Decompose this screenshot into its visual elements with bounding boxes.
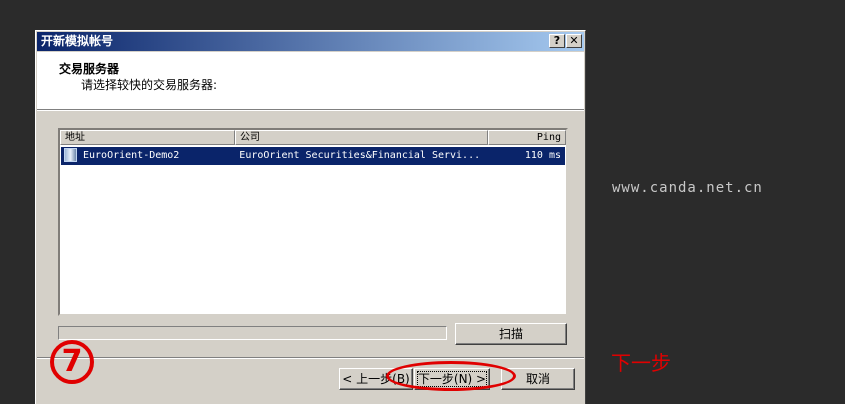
server-ping: 110 ms <box>524 150 561 161</box>
scan-button[interactable]: 扫描 <box>455 323 567 345</box>
footer-divider-highlight <box>37 358 584 359</box>
column-header-company[interactable]: 公司 <box>235 130 488 145</box>
server-address: EuroOrient-Demo2 <box>83 150 180 161</box>
header-title: 交易服务器 <box>59 62 120 76</box>
help-button[interactable]: ? <box>549 34 565 48</box>
dialog-titlebar: 开新模拟帐号 <box>37 32 584 51</box>
server-list[interactable]: 地址 公司 Ping EuroOrient-Demo2 EuroOrient S… <box>58 128 568 316</box>
header-subtitle: 请选择较快的交易服务器: <box>81 78 218 92</box>
close-icon[interactable]: ✕ <box>566 34 582 48</box>
step-number-badge: 7 <box>50 340 94 384</box>
column-header-ping[interactable]: Ping <box>488 130 566 145</box>
list-header: 地址 公司 Ping <box>60 130 566 145</box>
dialog-title: 开新模拟帐号 <box>41 34 114 48</box>
server-company: EuroOrient Securities&Financial Servi... <box>239 150 481 161</box>
watermark-text: www.canda.net.cn <box>612 180 763 196</box>
list-item[interactable]: EuroOrient-Demo2 EuroOrient Securities&F… <box>61 147 565 165</box>
next-step-annotation: 下一步 <box>611 351 671 375</box>
server-address-cell: EuroOrient-Demo2 <box>61 147 235 165</box>
column-header-address[interactable]: 地址 <box>60 130 235 145</box>
divider <box>37 110 584 111</box>
next-button-highlight <box>386 361 516 391</box>
new-demo-account-dialog: 开新模拟帐号 ? ✕ 交易服务器 请选择较快的交易服务器: 地址 公司 Ping… <box>35 30 586 404</box>
scan-progress-bar <box>58 326 447 340</box>
wizard-header: 交易服务器 请选择较快的交易服务器: <box>37 52 584 110</box>
server-icon <box>64 148 77 162</box>
